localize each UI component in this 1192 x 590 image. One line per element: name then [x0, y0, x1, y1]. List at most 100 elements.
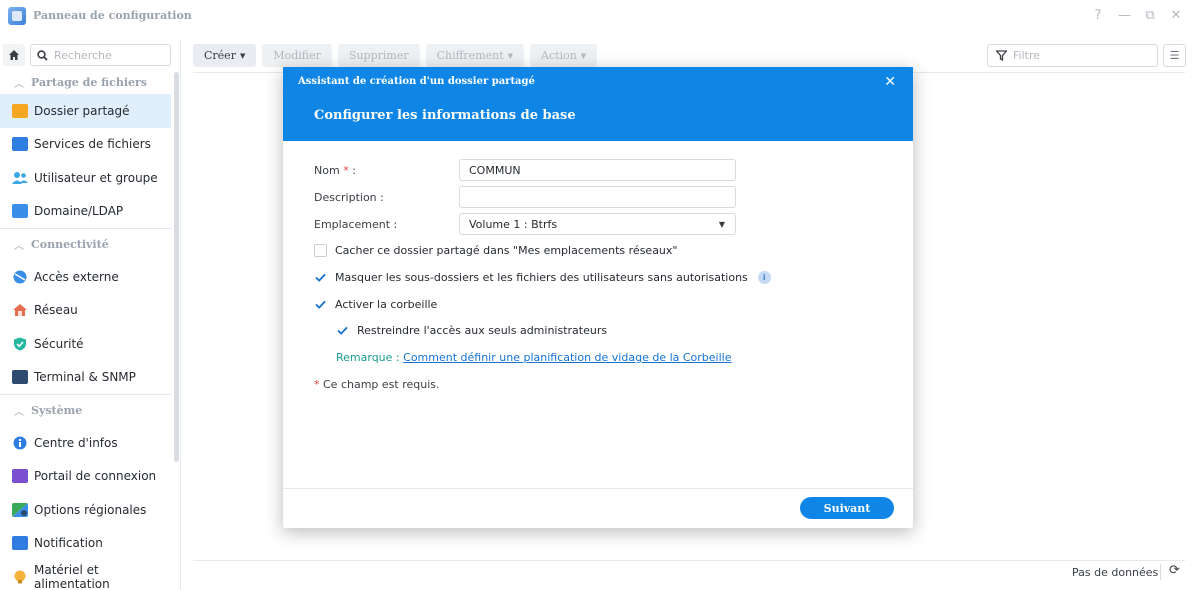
- refresh-icon[interactable]: ⟳: [1169, 563, 1180, 578]
- action-label: Action: [541, 49, 577, 62]
- description-input[interactable]: [469, 190, 719, 204]
- recycle-bin-checkbox[interactable]: [314, 298, 327, 311]
- encryption-label: Chiffrement: [436, 49, 504, 62]
- required-field-note: * Ce champ est requis.: [314, 378, 440, 391]
- hide-folder-checkbox[interactable]: [314, 244, 327, 257]
- title-bar: Panneau de configuration ? — ⧉ ✕: [0, 0, 1192, 32]
- required-note-text: Ce champ est requis.: [323, 378, 440, 391]
- checkmark-icon: [337, 326, 348, 335]
- sidebar-item-security[interactable]: Sécurité: [0, 327, 171, 361]
- action-button[interactable]: Action ▼: [530, 44, 598, 67]
- step-title: Configurer les informations de base: [314, 108, 576, 123]
- admin-only-label: Restreindre l'accès aux seuls administra…: [357, 324, 608, 337]
- modify-button[interactable]: Modifier: [262, 44, 332, 67]
- info-icon[interactable]: i: [757, 271, 771, 284]
- sidebar-item-label: Matériel et alimentation: [34, 562, 110, 590]
- section-connectivity[interactable]: ︿ Connectivité: [0, 228, 171, 260]
- section-title: Système: [31, 404, 83, 417]
- name-label: Nom * :: [314, 164, 459, 177]
- create-button[interactable]: Créer ▼: [193, 44, 257, 67]
- name-input[interactable]: [469, 163, 719, 177]
- sidebar-item-domain-ldap[interactable]: Domaine/LDAP: [0, 195, 171, 229]
- sidebar-item-shared-folder[interactable]: Dossier partagé: [0, 94, 171, 128]
- help-icon[interactable]: ?: [1092, 8, 1104, 23]
- next-button[interactable]: Suivant: [800, 497, 894, 519]
- sidebar-nav: ︿ Partage de fichiers Dossier partagé Se…: [0, 70, 171, 590]
- modify-label: Modifier: [273, 49, 321, 62]
- security-shield-icon: [14, 337, 26, 351]
- sidebar-search[interactable]: [30, 44, 171, 66]
- hide-folder-label: Cacher ce dossier partagé dans "Mes empl…: [335, 244, 678, 257]
- sidebar-item-login-portal[interactable]: Portail de connexion: [0, 460, 171, 494]
- sidebar-item-terminal-snmp[interactable]: Terminal & SNMP: [0, 361, 171, 395]
- checkmark-icon: [315, 273, 326, 282]
- sidebar-item-notification[interactable]: Notification: [0, 527, 171, 561]
- sidebar-scrollbar[interactable]: [174, 72, 179, 462]
- sidebar-item-label: Réseau: [34, 303, 78, 318]
- sidebar-item-label: Utilisateur et groupe: [34, 170, 158, 185]
- home-button[interactable]: [3, 44, 25, 66]
- chevron-up-icon: ︿: [14, 241, 24, 252]
- info-center-icon: [13, 436, 27, 450]
- sidebar-item-label: Accès externe: [34, 269, 119, 284]
- chevron-up-icon: ︿: [14, 78, 24, 90]
- filter-icon: [996, 50, 1007, 61]
- delete-button[interactable]: Supprimer: [337, 44, 420, 67]
- admin-only-option[interactable]: Restreindre l'accès aux seuls administra…: [336, 324, 607, 337]
- minimize-icon[interactable]: —: [1118, 8, 1131, 23]
- caret-down-icon: ▼: [718, 219, 725, 229]
- sidebar-item-label: Centre d'infos: [34, 435, 118, 450]
- description-row: Description :: [314, 186, 894, 208]
- mask-subfolders-option[interactable]: Masquer les sous-dossiers et les fichier…: [314, 271, 771, 284]
- checkmark-icon: [315, 300, 326, 309]
- filter-box[interactable]: [987, 44, 1158, 67]
- sidebar-item-label: Notification: [34, 536, 103, 551]
- name-row: Nom * :: [314, 159, 894, 181]
- footer-divider: [193, 560, 1185, 561]
- location-value: Volume 1 : Btrfs: [469, 217, 558, 231]
- close-icon[interactable]: ✕: [884, 74, 896, 90]
- close-icon[interactable]: ✕: [1170, 8, 1182, 23]
- sidebar-item-network[interactable]: Réseau: [0, 294, 171, 328]
- location-select[interactable]: Volume 1 : Btrfs ▼: [459, 213, 736, 235]
- delete-label: Supprimer: [348, 49, 409, 62]
- footer-separator: [1160, 564, 1161, 580]
- shared-folder-icon: [12, 103, 28, 118]
- sidebar-item-hardware-power[interactable]: Matériel et alimentation: [0, 560, 171, 590]
- filter-input[interactable]: [1013, 49, 1143, 62]
- shared-folder-wizard-dialog: Assistant de création d'un dossier parta…: [283, 67, 913, 528]
- admin-only-checkbox[interactable]: [336, 324, 349, 337]
- required-asterisk: *: [343, 163, 349, 177]
- sidebar-item-info-center[interactable]: Centre d'infos: [0, 426, 171, 460]
- sidebar: ︿ Partage de fichiers Dossier partagé Se…: [0, 40, 181, 590]
- location-row: Emplacement : Volume 1 : Btrfs ▼: [314, 213, 894, 235]
- search-icon: [37, 49, 48, 61]
- regional-options-icon: [12, 502, 28, 517]
- search-input[interactable]: [54, 48, 154, 62]
- name-field[interactable]: [459, 159, 736, 181]
- name-label-text: Nom: [314, 163, 340, 177]
- caret-down-icon: ▼: [507, 51, 514, 60]
- file-services-icon: [12, 137, 28, 152]
- recycle-schedule-link[interactable]: Comment définir une planification de vid…: [403, 351, 731, 364]
- section-system[interactable]: ︿ Système: [0, 394, 171, 426]
- login-portal-icon: [12, 469, 28, 484]
- terminal-icon: [12, 370, 28, 385]
- maximize-icon[interactable]: ⧉: [1144, 8, 1156, 23]
- chevron-up-icon: ︿: [14, 407, 24, 418]
- encryption-button[interactable]: Chiffrement ▼: [425, 44, 525, 67]
- sidebar-item-regional-options[interactable]: Options régionales: [0, 493, 171, 527]
- notification-icon: [12, 536, 28, 551]
- mask-subfolders-checkbox[interactable]: [314, 271, 327, 284]
- sidebar-item-user-group[interactable]: Utilisateur et groupe: [0, 161, 171, 195]
- sort-button[interactable]: ☰: [1163, 44, 1186, 67]
- sidebar-item-external-access[interactable]: Accès externe: [0, 260, 171, 294]
- recycle-bin-option[interactable]: Activer la corbeille: [314, 298, 437, 311]
- sidebar-item-file-services[interactable]: Services de fichiers: [0, 128, 171, 162]
- section-file-sharing[interactable]: ︿ Partage de fichiers: [0, 70, 171, 94]
- description-label: Description :: [314, 190, 384, 204]
- external-access-icon: [13, 270, 27, 284]
- sidebar-item-label: Dossier partagé: [34, 103, 130, 118]
- hide-folder-option[interactable]: Cacher ce dossier partagé dans "Mes empl…: [314, 244, 677, 257]
- description-field[interactable]: [459, 186, 736, 208]
